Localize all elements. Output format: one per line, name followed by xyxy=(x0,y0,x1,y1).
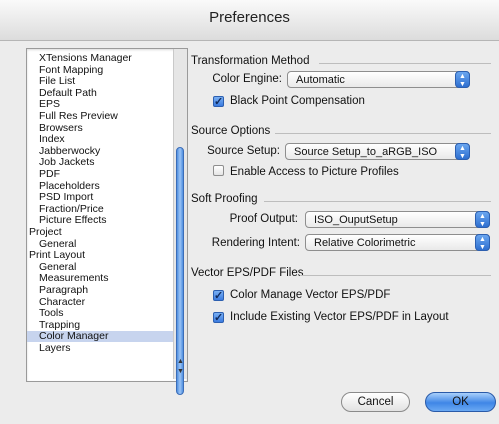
sidebar-item[interactable]: Index xyxy=(27,134,185,145)
sidebar-item-label: EPS xyxy=(39,98,61,111)
sidebar-item[interactable]: Character xyxy=(27,295,185,308)
sidebar-item[interactable]: Default Path xyxy=(27,86,185,99)
enable-access-picture-profiles-checkbox[interactable]: Enable Access to Picture Profiles xyxy=(213,165,399,178)
popup-arrows-icon: ▲ ▼ xyxy=(475,234,490,251)
sidebar-item[interactable]: Jabberwocky xyxy=(27,144,185,157)
sidebar-item-label: XTensions Manager xyxy=(39,52,132,64)
section-divider xyxy=(275,133,491,134)
enable-access-label: Enable Access to Picture Profiles xyxy=(230,166,399,178)
popup-arrows-icon: ▲ ▼ xyxy=(475,211,490,228)
sidebar-item[interactable]: General xyxy=(27,260,185,273)
sidebar-item[interactable]: PSD Import xyxy=(27,192,185,203)
rendering-intent-value: Relative Colorimetric xyxy=(314,237,416,249)
sidebar-item-label: Default Path xyxy=(39,86,97,99)
sidebar-item-label: Print Layout xyxy=(29,249,86,262)
color-engine-value: Automatic xyxy=(296,74,345,86)
sidebar-item-label: Job Jackets xyxy=(39,156,95,169)
rendering-intent-label: Rendering Intent: xyxy=(211,237,300,249)
sidebar-item[interactable]: Measurements xyxy=(27,273,185,284)
sidebar-item-label: Measurements xyxy=(39,272,109,285)
include-existing-vector-checkbox[interactable]: ✓ Include Existing Vector EPS/PDF in Layo… xyxy=(213,311,449,324)
checkbox-checked-icon: ✓ xyxy=(213,290,224,302)
sidebar-item[interactable]: Font Mapping xyxy=(27,63,185,76)
vector-eps-pdf-heading: Vector EPS/PDF Files xyxy=(191,267,304,279)
sidebar-item[interactable]: Print Layout xyxy=(27,250,175,261)
checkbox-checked-icon: ✓ xyxy=(213,96,224,108)
black-point-label: Black Point Compensation xyxy=(230,95,365,107)
sidebar-item-label: PSD Import xyxy=(39,191,94,204)
sidebar-item-label: Color Manager xyxy=(39,330,109,343)
color-manage-label: Color Manage Vector EPS/PDF xyxy=(230,289,391,301)
sidebar-item[interactable]: Full Res Preview xyxy=(27,111,185,122)
black-point-compensation-checkbox[interactable]: ✓ Black Point Compensation xyxy=(213,95,365,108)
soft-proofing-heading: Soft Proofing xyxy=(191,193,258,205)
sidebar-item-label: General xyxy=(39,237,77,250)
transformation-method-heading: Transformation Method xyxy=(191,55,310,67)
source-options-heading: Source Options xyxy=(191,125,271,137)
checkbox-checked-icon: ✓ xyxy=(213,312,224,324)
sidebar-item[interactable]: PDF xyxy=(27,169,185,180)
scroll-down-arrow-icon[interactable]: ▼ xyxy=(176,368,185,376)
sidebar-item[interactable]: Project xyxy=(27,227,175,238)
sidebar-item[interactable]: Picture Effects xyxy=(27,215,185,226)
sidebar-item[interactable]: Job Jackets xyxy=(27,157,185,168)
sidebar-item-label: Full Res Preview xyxy=(39,110,118,122)
proof-output-popup[interactable]: ISO_OuputSetup ▲ ▼ xyxy=(305,211,490,228)
sidebar-item-label: File List xyxy=(39,75,76,88)
sidebar-item-label: Placeholders xyxy=(39,179,100,192)
sidebar-item[interactable]: Placeholders xyxy=(27,179,185,192)
sidebar-item[interactable]: Color Manager xyxy=(27,330,185,343)
sidebar-item[interactable]: Tools xyxy=(27,308,185,319)
sidebar-item[interactable]: Layers xyxy=(27,343,185,354)
sidebar-item[interactable]: Trapping xyxy=(27,318,185,331)
checkbox-unchecked-icon xyxy=(213,165,224,176)
section-divider xyxy=(319,63,491,64)
sidebar-item-label: Trapping xyxy=(39,318,81,331)
sidebar-item-label: Font Mapping xyxy=(39,63,104,76)
proof-output-value: ISO_OuputSetup xyxy=(314,214,398,226)
preferences-category-list[interactable]: XTensions Manager Font Mapping File List De… xyxy=(26,48,188,395)
source-setup-value: Source Setup_to_aRGB_ISO xyxy=(294,146,438,158)
sidebar-item[interactable]: Browsers xyxy=(27,121,185,134)
section-divider xyxy=(300,275,491,276)
popup-arrows-icon: ▲ ▼ xyxy=(455,143,470,160)
sidebar-item-label: General xyxy=(39,260,77,273)
sidebar-item[interactable]: EPS xyxy=(27,99,185,110)
sidebar-item-label: Index xyxy=(39,133,65,146)
list-scrollbar[interactable]: ▲ ▼ xyxy=(173,49,187,395)
title-bar: Preferences xyxy=(0,0,499,41)
color-engine-popup[interactable]: Automatic ▲ ▼ xyxy=(287,71,470,88)
sidebar-item-label: Fraction/Price xyxy=(39,202,104,215)
color-manage-vector-checkbox[interactable]: ✓ Color Manage Vector EPS/PDF xyxy=(213,289,391,302)
sidebar-item-label: Tools xyxy=(39,307,64,320)
sidebar-item[interactable]: XTensions Manager xyxy=(27,53,185,64)
sidebar-item-label: Paragraph xyxy=(39,284,89,296)
section-divider xyxy=(264,201,491,202)
sidebar-item-label: PDF xyxy=(39,168,60,180)
sidebar-item-label: Character xyxy=(39,295,86,308)
sidebar-item-label: Jabberwocky xyxy=(39,144,101,157)
source-setup-label: Source Setup: xyxy=(207,145,280,157)
sidebar-item-label: Layers xyxy=(39,342,71,354)
proof-output-label: Proof Output: xyxy=(229,213,298,225)
sidebar-item-label: Project xyxy=(29,226,62,238)
cancel-button[interactable]: Cancel xyxy=(341,392,410,412)
source-setup-popup[interactable]: Source Setup_to_aRGB_ISO ▲ ▼ xyxy=(285,143,470,160)
color-engine-label: Color Engine: xyxy=(212,73,282,85)
sidebar-item[interactable]: Fraction/Price xyxy=(27,202,185,215)
sidebar-item[interactable]: Paragraph xyxy=(27,285,185,296)
rendering-intent-popup[interactable]: Relative Colorimetric ▲ ▼ xyxy=(305,234,490,251)
sidebar-item-label: Browsers xyxy=(39,121,83,134)
window-title: Preferences xyxy=(209,9,290,26)
sidebar-item-label: Picture Effects xyxy=(39,214,107,227)
popup-arrows-icon: ▲ ▼ xyxy=(455,71,470,88)
sidebar-item[interactable]: File List xyxy=(27,76,185,87)
include-existing-label: Include Existing Vector EPS/PDF in Layou… xyxy=(230,311,449,323)
scroll-up-arrow-icon[interactable]: ▲ xyxy=(176,358,185,366)
ok-button[interactable]: OK xyxy=(425,392,496,412)
sidebar-item[interactable]: General xyxy=(27,237,185,250)
